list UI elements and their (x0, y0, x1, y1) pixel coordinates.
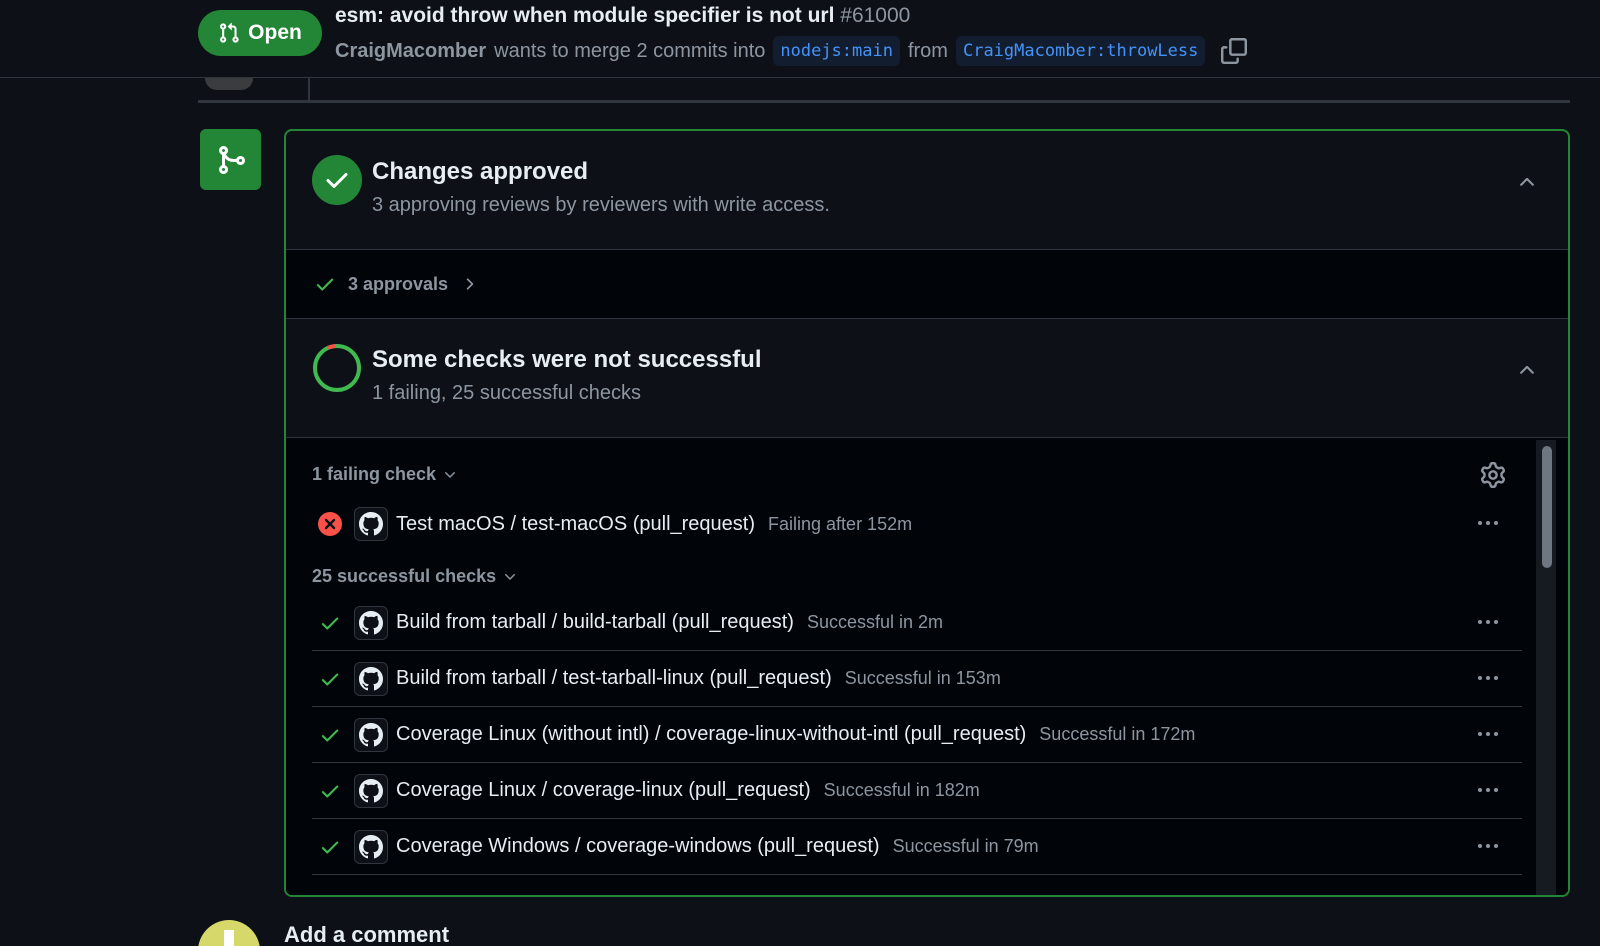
approvals-expander[interactable]: 3 approvals (286, 250, 1568, 319)
checks-title: Some checks were not successful (372, 346, 762, 373)
pr-sticky-header: Open esm: avoid throw when module specif… (0, 0, 1600, 78)
check-icon (316, 609, 344, 637)
pr-title-text: esm: avoid throw when module specifier i… (335, 4, 835, 27)
github-logo-icon (354, 829, 388, 864)
failing-checks-label: 1 failing check (312, 464, 437, 484)
check-row-successful[interactable]: Coverage Linux (without intl) / coverage… (312, 707, 1522, 763)
chevron-up-icon[interactable] (1516, 171, 1538, 193)
approvals-label: 3 approvals (348, 273, 449, 294)
checks-subtitle: 1 failing, 25 successful checks (372, 382, 642, 404)
check-status: Successful in 2m (806, 612, 944, 632)
pr-number: #61000 (840, 4, 911, 27)
git-pull-request-icon (220, 22, 239, 43)
check-status: Successful in 79m (892, 836, 1039, 856)
copy-icon[interactable] (1221, 38, 1248, 64)
check-name[interactable]: Build from tarball / test-tarball-linux … (396, 667, 832, 690)
check-name[interactable]: Test macOS / test-macOS (pull_request) (396, 513, 755, 536)
check-name[interactable]: Coverage Linux (without intl) / coverage… (396, 723, 1026, 746)
kebab-horizontal-icon[interactable] (1478, 612, 1508, 632)
check-icon (316, 665, 344, 693)
approval-title: Changes approved (372, 158, 589, 185)
git-merge-icon (218, 145, 245, 174)
github-logo-icon (354, 773, 388, 808)
chevron-right-icon (466, 278, 474, 290)
github-logo-icon (354, 661, 388, 696)
base-branch[interactable]: nodejs:main (773, 36, 900, 66)
check-row-successful[interactable]: Coverage Windows / coverage-windows (pul… (312, 819, 1522, 875)
x-circle-fill-icon (316, 510, 344, 538)
kebab-horizontal-icon[interactable] (1478, 836, 1508, 856)
check-status: Successful in 172m (1039, 724, 1196, 744)
check-name[interactable]: Coverage Windows / coverage-windows (pul… (396, 835, 880, 858)
chevron-up-icon[interactable] (1516, 359, 1538, 381)
merge-status-icon-box (200, 129, 261, 190)
check-icon (316, 278, 334, 291)
kebab-horizontal-icon[interactable] (1478, 780, 1508, 800)
checks-section[interactable]: Some checks were not successful 1 failin… (286, 319, 1568, 438)
pr-state-label: Open (248, 21, 302, 44)
check-row-successful[interactable]: Build from tarball / build-tarball (pull… (312, 595, 1522, 651)
check-status: Successful in 153m (844, 668, 1001, 688)
approval-subtitle: 3 approving reviews by reviewers with wr… (372, 194, 830, 216)
github-logo-icon (354, 605, 388, 640)
avatar (205, 78, 253, 90)
avatar (198, 920, 260, 946)
timeline-divider (198, 100, 1570, 103)
merge-text: wants to merge 2 commits into (494, 39, 766, 62)
check-circle-fill-icon (312, 155, 362, 205)
check-name[interactable]: Coverage Linux / coverage-linux (pull_re… (396, 779, 811, 802)
check-status: Failing after 152m (768, 513, 913, 534)
gear-icon[interactable] (1480, 462, 1506, 488)
successful-checks-label: 25 successful checks (312, 566, 497, 586)
check-name[interactable]: Build from tarball / build-tarball (pull… (396, 611, 794, 634)
checks-scrollbar-thumb[interactable] (1542, 446, 1552, 568)
failing-checks-toggle[interactable]: 1 failing check (312, 464, 458, 485)
kebab-horizontal-icon[interactable] (1478, 513, 1508, 533)
pr-state-badge: Open (198, 10, 322, 56)
check-row-successful[interactable]: Build from tarball / test-tarball-linux … (312, 651, 1522, 707)
pr-merge-summary: CraigMacomber wants to merge 2 commits i… (335, 36, 1248, 66)
check-row-failing[interactable]: Test macOS / test-macOS (pull_request) F… (312, 496, 1522, 552)
check-status: Successful in 182m (823, 780, 980, 800)
chevron-down-icon (505, 573, 516, 580)
check-icon (316, 777, 344, 805)
head-branch[interactable]: CraigMacomber:throwLess (955, 36, 1206, 66)
checks-list: 1 failing check Test macOS / test-macOS … (286, 438, 1568, 895)
add-comment-heading: Add a comment (284, 922, 450, 946)
kebab-horizontal-icon[interactable] (1478, 724, 1508, 744)
successful-checks-toggle[interactable]: 25 successful checks (312, 566, 518, 587)
pr-author-link[interactable]: CraigMacomber (335, 40, 486, 63)
checks-progress-ring-icon (313, 344, 361, 392)
timeline-connector (308, 78, 310, 100)
kebab-horizontal-icon[interactable] (1478, 668, 1508, 688)
check-icon (316, 833, 344, 861)
check-icon (316, 721, 344, 749)
github-logo-icon (354, 507, 388, 541)
check-row-successful[interactable]: Coverage Linux / coverage-linux (pull_re… (312, 763, 1522, 819)
pr-title[interactable]: esm: avoid throw when module specifier i… (335, 4, 910, 28)
merge-status-panel: Changes approved 3 approving reviews by … (284, 129, 1570, 897)
from-text: from (907, 39, 948, 62)
chevron-down-icon (445, 471, 456, 478)
github-logo-icon (354, 717, 388, 752)
approval-section[interactable]: Changes approved 3 approving reviews by … (286, 131, 1568, 250)
